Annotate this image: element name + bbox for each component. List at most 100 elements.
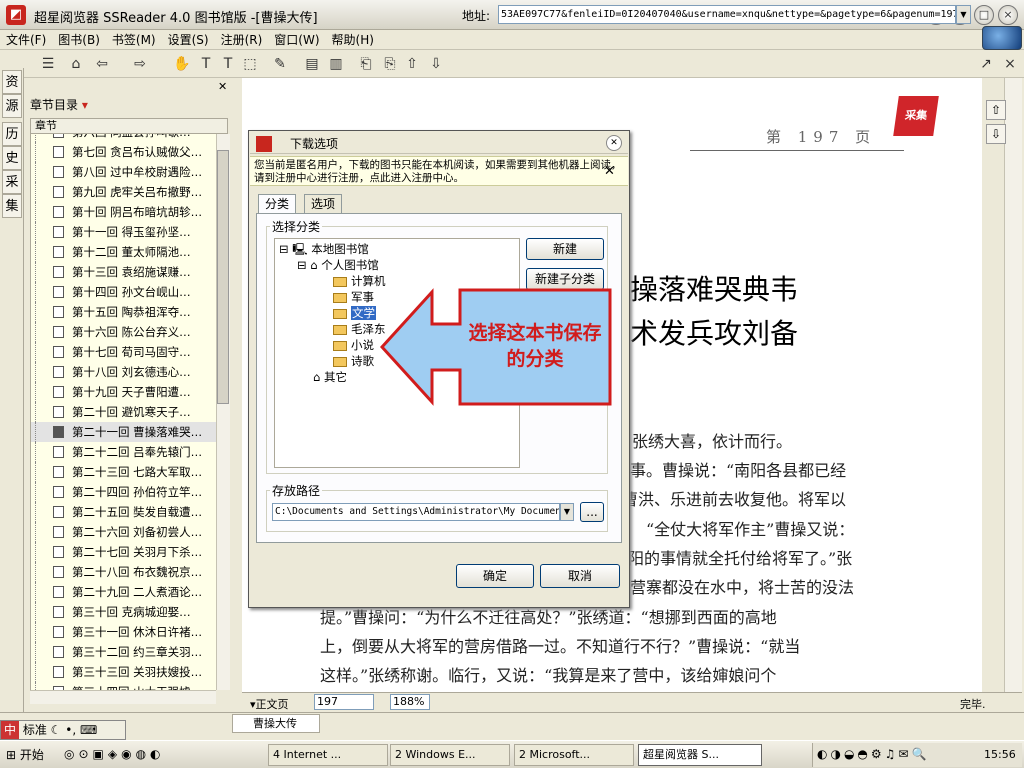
chapter-list[interactable]: 第六回 同盟会孙叫歇… 第七回 贪吕布认贼做父… 第八回 过中牟校尉遇险… 第九回 虎… — [30, 134, 216, 690]
tab-options[interactable]: 选项 — [304, 194, 343, 214]
maximize-button[interactable]: □ — [974, 5, 994, 25]
tab-resources-1[interactable]: 资 — [2, 70, 22, 94]
ok-button[interactable]: 确定 — [456, 564, 534, 588]
book-tab[interactable]: 曹操大传 — [232, 714, 320, 733]
sidebar-title[interactable]: 章节目录 ▾ — [30, 96, 88, 113]
arrow-down-icon[interactable]: ⇩ — [426, 54, 446, 74]
chapter-item[interactable]: 第二十一回 曹操落难哭… — [31, 422, 216, 442]
chapter-item[interactable]: 第三十四回 山大王强掳… — [31, 682, 216, 690]
tab-collect-1[interactable]: 采 — [2, 170, 22, 194]
tree-node-personal[interactable]: ⊟ ⌂ 个人图书馆 — [297, 257, 379, 273]
list-icon[interactable]: ☰ — [38, 54, 58, 74]
close-button[interactable]: × — [998, 5, 1018, 25]
column-header[interactable]: 章节 — [30, 118, 228, 134]
tree-node-folder[interactable]: 诗歌 — [333, 353, 374, 369]
task-microsoft[interactable]: 2 Microsoft... — [514, 744, 634, 766]
go-icon[interactable]: ↗ — [976, 54, 996, 74]
chapter-item[interactable]: 第十五回 陶恭祖浑夺… — [31, 302, 216, 322]
task-ssreader[interactable]: 超星阅览器 S... — [638, 744, 762, 766]
forward-icon[interactable]: ⇨ — [130, 54, 150, 74]
chapter-list-hscrollbar[interactable] — [30, 690, 216, 704]
task-internet[interactable]: 4 Internet ... — [268, 744, 388, 766]
tree-node-folder[interactable]: 小说 — [333, 337, 374, 353]
collect-logo-icon[interactable]: 采集 — [893, 96, 939, 136]
chapter-item[interactable]: 第十八回 刘玄德违心… — [31, 362, 216, 382]
next-page-icon[interactable]: ▥ — [326, 54, 346, 74]
anonymous-notice[interactable]: 您当前是匿名用户，下载的图书只能在本机阅读，如果需要到其他机器上阅读，请到注册中… — [250, 156, 628, 186]
new-category-button[interactable]: 新建 — [526, 238, 604, 260]
region-select-icon[interactable]: ⬚ — [240, 54, 260, 74]
chapter-item[interactable]: 第三十二回 约三章关羽… — [31, 642, 216, 662]
chapter-item[interactable]: 第二十八回 布衣魏祝京… — [31, 562, 216, 582]
page-input[interactable]: 197 — [314, 694, 374, 710]
start-button[interactable]: ⊞ 开始 — [2, 744, 50, 766]
view-mode[interactable]: ▾正文页 — [250, 696, 289, 712]
chapter-item[interactable]: 第三十一回 休沐日许褚… — [31, 622, 216, 642]
page-down-icon[interactable]: ⇩ — [986, 124, 1006, 144]
menu-bookmark[interactable]: 书签(M) — [106, 30, 162, 50]
chapter-item[interactable]: 第十二回 董太师隔池… — [31, 242, 216, 262]
chapter-list-scroll-thumb[interactable] — [217, 150, 229, 404]
bookmark-next-icon[interactable]: ⎘ — [380, 54, 400, 74]
new-subcategory-button[interactable]: 新建子分类 — [526, 268, 604, 290]
text-tool-icon[interactable]: T — [196, 54, 216, 74]
quick-launch-icons[interactable]: ◎⊙▣◈◉◍◐ — [64, 747, 165, 761]
path-dropdown-icon[interactable]: ▼ — [560, 503, 574, 521]
address-dropdown-icon[interactable]: ▼ — [956, 5, 971, 24]
arrow-up-icon[interactable]: ⇧ — [402, 54, 422, 74]
chapter-item[interactable]: 第十一回 得玉玺孙坚… — [31, 222, 216, 242]
menu-settings[interactable]: 设置(S) — [162, 30, 215, 50]
chapter-item[interactable]: 第二十三回 七路大军取… — [31, 462, 216, 482]
zoom-select[interactable]: 188% — [390, 694, 430, 710]
menu-register[interactable]: 注册(R) — [215, 30, 269, 50]
page-up-icon[interactable]: ⇧ — [986, 100, 1006, 120]
close-address-icon[interactable]: × — [1000, 54, 1020, 74]
back-icon[interactable]: ⇦ — [92, 54, 112, 74]
home-icon[interactable]: ⌂ — [66, 54, 86, 74]
sidebar-close-icon[interactable]: ✕ — [218, 80, 227, 93]
tree-node-folder[interactable]: 计算机 — [333, 273, 386, 289]
tree-node-folder-selected[interactable]: 文学 — [333, 305, 376, 321]
cancel-button[interactable]: 取消 — [540, 564, 620, 588]
tree-node-other[interactable]: ⌂ 其它 — [313, 369, 347, 385]
chapter-item[interactable]: 第八回 过中牟校尉遇险… — [31, 162, 216, 182]
prev-page-icon[interactable]: ▤ — [302, 54, 322, 74]
chapter-item[interactable]: 第十九回 天子曹阳遭… — [31, 382, 216, 402]
chapter-item[interactable]: 第十七回 荀司马固守… — [31, 342, 216, 362]
chapter-item[interactable]: 第六回 同盟会孙叫歇… — [31, 134, 216, 142]
notice-close-icon[interactable]: ✕ — [604, 164, 615, 179]
page-scrollbar[interactable] — [1004, 78, 1022, 692]
hand-tool-icon[interactable]: ✋ — [172, 54, 192, 74]
tab-category[interactable]: 分类 — [258, 194, 297, 214]
chapter-item[interactable]: 第二十七回 关羽月下杀… — [31, 542, 216, 562]
chapter-item[interactable]: 第十六回 陈公台弃义… — [31, 322, 216, 342]
chapter-item[interactable]: 第二十九回 二人煮酒论… — [31, 582, 216, 602]
chapter-item[interactable]: 第十三回 袁绍施谋赚… — [31, 262, 216, 282]
tab-history-1[interactable]: 历 — [2, 122, 22, 146]
keyboard-icon[interactable]: ⌨ — [80, 723, 97, 737]
highlighter-icon[interactable]: ✎ — [270, 54, 290, 74]
tree-node-folder[interactable]: 军事 — [333, 289, 374, 305]
chapter-item[interactable]: 第二十五回 奘发自载遭… — [31, 502, 216, 522]
task-windows-explorer[interactable]: 2 Windows E... — [390, 744, 510, 766]
tree-node-root[interactable]: ⊟ 🖳 本地图书馆 — [279, 241, 369, 257]
chapter-item[interactable]: 第三十三回 关羽扶嫂投… — [31, 662, 216, 682]
ime-mode[interactable]: 标准 — [23, 723, 47, 737]
chapter-item[interactable]: 第二十六回 刘备初尝人… — [31, 522, 216, 542]
collapse-icon[interactable]: ⊟ — [279, 242, 289, 256]
bookmark-prev-icon[interactable]: ⎗ — [356, 54, 376, 74]
dialog-close-icon[interactable]: ✕ — [606, 135, 622, 151]
chapter-item[interactable]: 第十四回 孙文台岘山… — [31, 282, 216, 302]
tab-resources-2[interactable]: 源 — [2, 94, 22, 118]
chapter-item[interactable]: 第二十四回 孙伯符立竿… — [31, 482, 216, 502]
tab-history-2[interactable]: 史 — [2, 146, 22, 170]
chapter-item[interactable]: 第九回 虎牢关吕布撤野… — [31, 182, 216, 202]
address-input[interactable]: 53AE097C77&fenleiID=0I20407040&username=… — [498, 5, 956, 24]
text-select-icon[interactable]: T — [218, 54, 238, 74]
tray-icons[interactable]: ◐◑◒◓⚙♫✉🔍 — [817, 747, 929, 761]
menu-book[interactable]: 图书(B) — [52, 30, 106, 50]
tree-node-folder[interactable]: 毛泽东 — [333, 321, 386, 337]
chapter-item[interactable]: 第二十回 避饥寒天子… — [31, 402, 216, 422]
chapter-item[interactable]: 第二十二回 吕奉先辕门… — [31, 442, 216, 462]
ime-bar[interactable]: 中 标准 ☾ •, ⌨ — [0, 720, 126, 740]
